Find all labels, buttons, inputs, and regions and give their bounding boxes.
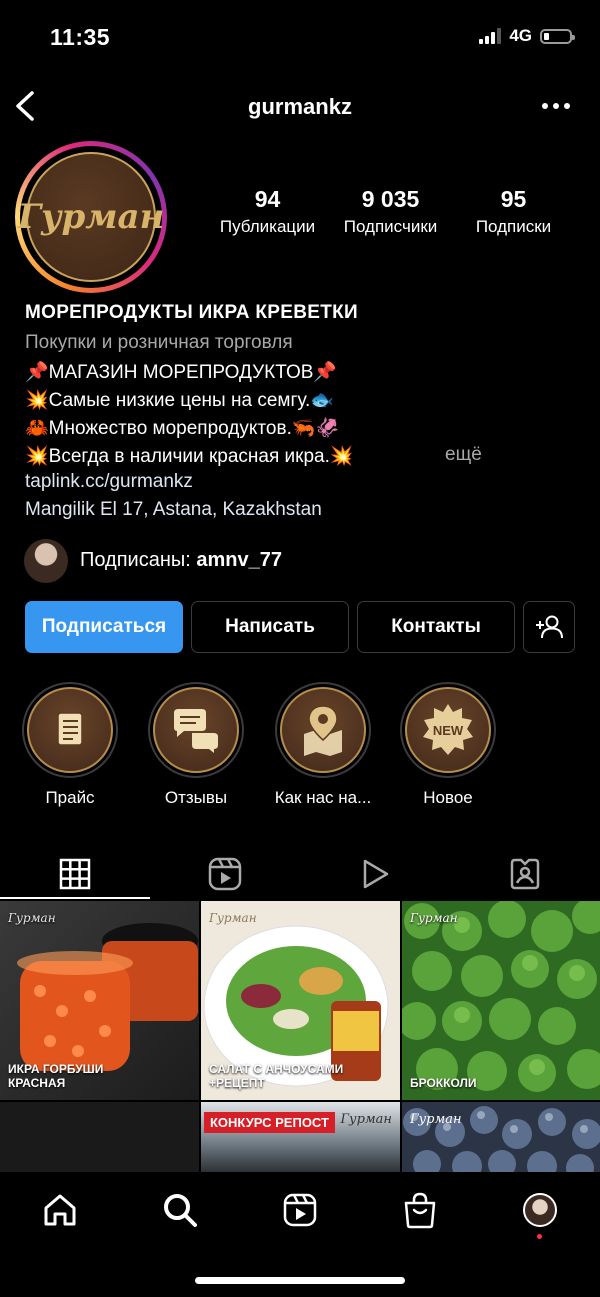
- post-brand: Гурман: [340, 1112, 392, 1127]
- search-icon: [164, 1194, 197, 1227]
- post-thumbnail[interactable]: КОНКУРС РЕПОСТ Гурман: [201, 1102, 400, 1172]
- tagged-icon: [510, 858, 540, 890]
- bio-more-link[interactable]: ещё: [445, 444, 482, 466]
- nav-shop[interactable]: [396, 1186, 444, 1234]
- tab-tagged[interactable]: [450, 848, 600, 900]
- price-list-icon: [57, 712, 83, 746]
- profile-avatar[interactable]: Гурман: [15, 141, 167, 293]
- following-count: 95: [500, 186, 527, 212]
- post-caption: ИКРА ГОРБУШИ КРАСНАЯ: [8, 1062, 104, 1090]
- followed-by[interactable]: Подписаны: amnv_77: [80, 549, 282, 572]
- post-thumbnail[interactable]: Гурман ИКРА ГОРБУШИ КРАСНАЯ: [0, 901, 199, 1100]
- contacts-button[interactable]: Контакты: [357, 601, 515, 653]
- reels-icon: [283, 1193, 317, 1227]
- highlight-price[interactable]: Прайс: [20, 682, 120, 808]
- profile-avatar: [523, 1193, 557, 1227]
- bio-line: 💥Самые низкие цены на семгу.🐟: [25, 390, 334, 411]
- network-type: 4G: [509, 26, 532, 45]
- followed-by-user: amnv_77: [196, 549, 283, 571]
- contest-label: КОНКУРС РЕПОСТ: [204, 1112, 335, 1133]
- bio-line: 📌МАГАЗИН МОРЕПРОДУКТОВ📌: [25, 362, 338, 383]
- status-indicators: 4G: [479, 26, 575, 46]
- video-icon: [363, 859, 389, 889]
- new-badge-icon: NEW: [423, 704, 473, 755]
- status-time: 11:35: [50, 24, 111, 50]
- highlight-reviews[interactable]: Отзывы: [146, 682, 246, 808]
- active-tab-indicator: [0, 897, 150, 899]
- highlight-label: Как нас на...: [274, 788, 372, 807]
- post-brand: Гурман: [410, 1112, 462, 1127]
- battery-icon: [540, 28, 575, 44]
- followers-label: Подписчики: [343, 217, 438, 236]
- nav-search[interactable]: [156, 1186, 204, 1234]
- post-brand: Гурман: [410, 911, 458, 925]
- new-badge-text: NEW: [433, 723, 464, 738]
- followers-count: 9 035: [361, 186, 420, 212]
- post-thumbnail[interactable]: Гурман: [402, 1102, 600, 1172]
- suggested-accounts-button[interactable]: [523, 601, 575, 653]
- more-options-icon[interactable]: [542, 103, 570, 109]
- post-brand: Гурман: [209, 911, 257, 925]
- post-thumbnail[interactable]: [0, 1102, 199, 1172]
- tab-grid[interactable]: [0, 848, 150, 900]
- bio-line: 🦀Множество морепродуктов.🦐🦑: [25, 418, 340, 439]
- nav-profile[interactable]: [516, 1186, 564, 1234]
- profile-name: МОРЕПРОДУКТЫ ИКРА КРЕВЕТКИ: [25, 302, 358, 323]
- profile-username: gurmankz: [248, 94, 352, 119]
- profile-website-link[interactable]: taplink.cc/gurmankz: [25, 471, 193, 493]
- stat-followers[interactable]: 9 035 Подписчики: [333, 186, 448, 237]
- highlight-label: Прайс: [45, 788, 95, 807]
- post-caption: САЛАТ С АНЧОУСАМИ +РЕЦЕПТ: [209, 1062, 344, 1090]
- tab-videos[interactable]: [300, 848, 450, 900]
- notification-dot: [537, 1234, 542, 1239]
- broccoli-image: [402, 901, 600, 1092]
- shop-icon: [404, 1192, 436, 1229]
- highlight-label: Отзывы: [164, 788, 228, 807]
- stat-posts[interactable]: 94 Публикации: [210, 186, 325, 237]
- signal-icon: [479, 28, 502, 44]
- nav-reels[interactable]: [276, 1186, 324, 1234]
- followed-by-prefix: Подписаны:: [80, 549, 197, 571]
- posts-count: 94: [254, 186, 281, 212]
- profile-address-link[interactable]: Mangilik El 17, Astana, Kazakhstan: [25, 499, 322, 521]
- post-thumbnail[interactable]: Гурман БРОККОЛИ: [402, 901, 600, 1100]
- map-pin-icon: [304, 705, 342, 756]
- home-icon: [44, 1194, 76, 1226]
- following-label: Подписки: [475, 217, 552, 236]
- stat-following[interactable]: 95 Подписки: [456, 186, 571, 237]
- follower-avatar[interactable]: [24, 539, 68, 583]
- bio-line: 💥Всегда в наличии красная икра.💥: [25, 446, 354, 467]
- post-brand: Гурман: [8, 911, 56, 925]
- grid-icon: [59, 858, 91, 890]
- highlight-label: Новое: [423, 788, 473, 807]
- highlight-location[interactable]: Как нас на...: [273, 682, 373, 808]
- chat-bubbles-icon: [174, 709, 218, 753]
- post-thumbnail[interactable]: Гурман САЛАТ С АНЧОУСАМИ +РЕЦЕПТ: [201, 901, 400, 1100]
- gurman-logo: Гурман: [18, 152, 164, 282]
- home-indicator: [195, 1277, 405, 1284]
- reels-icon: [208, 857, 242, 891]
- post-caption: БРОККОЛИ: [410, 1076, 477, 1090]
- profile-category: Покупки и розничная торговля: [25, 332, 293, 353]
- tab-reels[interactable]: [150, 848, 300, 900]
- nav-home[interactable]: [36, 1186, 84, 1234]
- follow-button[interactable]: Подписаться: [25, 601, 183, 653]
- add-person-icon: [536, 615, 563, 639]
- message-button[interactable]: Написать: [191, 601, 349, 653]
- posts-label: Публикации: [219, 217, 316, 236]
- highlight-new[interactable]: NEW Новое: [398, 682, 498, 808]
